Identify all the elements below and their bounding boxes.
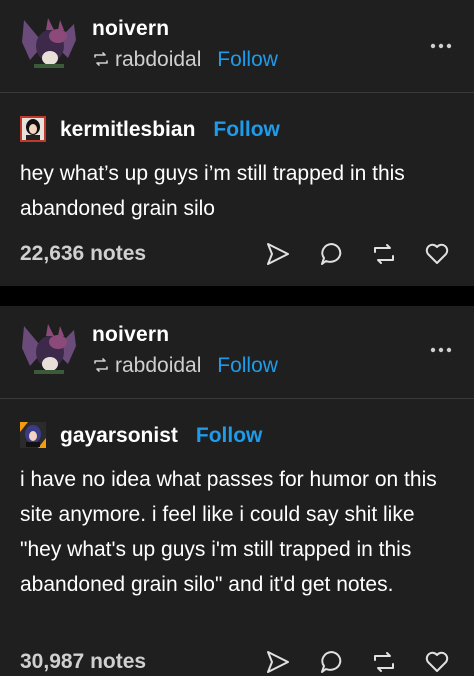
- reblog-icon[interactable]: [371, 241, 397, 267]
- reblog-author-name[interactable]: gayarsonist: [60, 424, 178, 447]
- reblog-source-line: rabdoidal Follow: [92, 354, 278, 378]
- heart-icon[interactable]: [424, 649, 450, 675]
- reblogged-from-name[interactable]: rabdoidal: [115, 354, 201, 377]
- post-separator: [0, 286, 474, 306]
- follow-button[interactable]: Follow: [217, 354, 278, 377]
- post: noivern rabdoidal Follow gayarsonist Foll…: [0, 306, 474, 676]
- more-options-icon[interactable]: [430, 42, 452, 50]
- share-icon[interactable]: [265, 649, 291, 675]
- post-body: hey what’s up guys i’m still trapped in …: [20, 162, 405, 220]
- follow-button[interactable]: Follow: [217, 48, 278, 71]
- more-options-icon[interactable]: [430, 346, 452, 354]
- divider: [0, 398, 474, 399]
- reblog-author: kermitlesbian Follow: [60, 118, 280, 142]
- noivern-avatar[interactable]: [20, 14, 78, 72]
- notes-count[interactable]: 22,636 notes: [20, 242, 146, 266]
- post-body: i have no idea what passes for humor on …: [20, 468, 437, 596]
- reblogged-from-name[interactable]: rabdoidal: [115, 48, 201, 71]
- follow-button[interactable]: Follow: [213, 118, 280, 141]
- blog-name[interactable]: noivern: [92, 17, 169, 41]
- kermitlesbian-avatar[interactable]: [20, 116, 46, 142]
- reblog-author-name[interactable]: kermitlesbian: [60, 118, 195, 141]
- reply-icon[interactable]: [319, 649, 345, 675]
- reblog-icon: [94, 358, 108, 372]
- noivern-avatar[interactable]: [20, 320, 78, 378]
- blog-name[interactable]: noivern: [92, 323, 169, 347]
- gayarsonist-avatar[interactable]: [20, 422, 46, 448]
- reply-icon[interactable]: [319, 241, 345, 267]
- share-icon[interactable]: [265, 241, 291, 267]
- post: noivern rabdoidal Follow kermitlesbian Fo…: [0, 0, 474, 286]
- notes-count[interactable]: 30,987 notes: [20, 650, 146, 674]
- reblog-icon[interactable]: [371, 649, 397, 675]
- reblog-icon: [94, 52, 108, 66]
- reblog-author: gayarsonist Follow: [60, 424, 262, 448]
- reblog-source-line: rabdoidal Follow: [92, 48, 278, 72]
- follow-button[interactable]: Follow: [196, 424, 263, 447]
- heart-icon[interactable]: [424, 241, 450, 267]
- divider: [0, 92, 474, 93]
